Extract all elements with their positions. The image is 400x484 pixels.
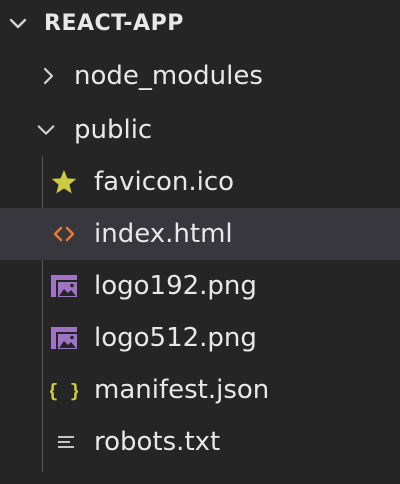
file-label: manifest.json	[94, 375, 270, 405]
tree-item-manifest[interactable]: { } manifest.json	[0, 364, 400, 416]
star-icon	[50, 168, 78, 196]
tree-item-favicon[interactable]: favicon.ico	[0, 156, 400, 208]
html-code-icon	[50, 220, 78, 248]
text-lines-icon	[52, 428, 80, 456]
chevron-down-icon[interactable]	[8, 14, 28, 34]
image-icon	[50, 324, 78, 352]
file-label: logo512.png	[94, 323, 257, 353]
file-label: logo192.png	[94, 271, 257, 301]
image-icon	[50, 272, 78, 300]
json-braces-icon: { }	[50, 376, 78, 404]
tree-item-public[interactable]: public	[0, 104, 400, 156]
tree-item-logo192[interactable]: logo192.png	[0, 260, 400, 312]
file-label: robots.txt	[94, 427, 221, 457]
project-title: REACT-APP	[44, 11, 184, 36]
svg-text:{ }: { }	[50, 380, 78, 402]
tree-item-robots[interactable]: robots.txt	[0, 416, 400, 468]
file-label: index.html	[94, 219, 233, 249]
tree-item-logo512[interactable]: logo512.png	[0, 312, 400, 364]
file-explorer: REACT-APP node_modules public favicon.ic…	[0, 0, 400, 484]
folder-label: public	[74, 115, 153, 145]
chevron-right-icon[interactable]	[38, 66, 58, 86]
file-label: favicon.ico	[94, 167, 235, 197]
chevron-down-icon[interactable]	[36, 120, 56, 140]
tree-item-index-html[interactable]: index.html	[0, 208, 400, 260]
explorer-root-header[interactable]: REACT-APP	[0, 0, 400, 48]
folder-label: node_modules	[74, 61, 263, 91]
tree-item-node-modules[interactable]: node_modules	[0, 50, 400, 102]
